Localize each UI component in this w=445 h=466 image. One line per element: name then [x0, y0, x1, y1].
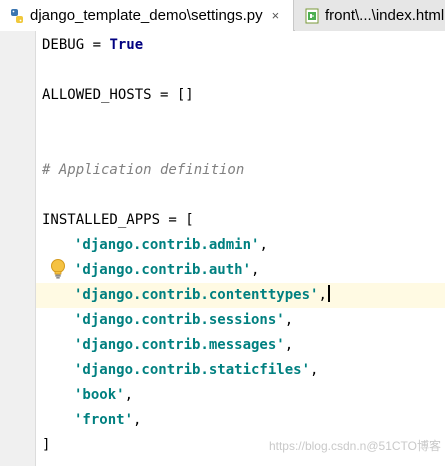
- comma: ,: [251, 262, 260, 278]
- python-file-icon: [11, 8, 23, 23]
- editor-gutter: [0, 31, 36, 466]
- comma: ,: [133, 412, 142, 428]
- lightbulb-icon[interactable]: [49, 258, 67, 280]
- code-line: DEBUG = True: [36, 33, 445, 58]
- code-line: 'django.contrib.admin',: [36, 233, 445, 258]
- editor-tab-bar: django_template_demo\settings.py × front…: [0, 0, 445, 31]
- code-line: 'django.contrib.messages',: [36, 333, 445, 358]
- tab-label: django_template_demo\settings.py: [30, 7, 263, 24]
- tab-label: front\...\index.html: [325, 7, 445, 24]
- comma: ,: [284, 312, 294, 328]
- html-file-icon: [305, 8, 319, 23]
- true-keyword: True: [109, 37, 144, 53]
- string-literal: 'django.contrib.messages': [74, 337, 285, 353]
- code-comment: # Application definition: [42, 162, 245, 178]
- tab-settings-py[interactable]: django_template_demo\settings.py ×: [0, 0, 294, 31]
- assign-operator: =: [84, 37, 110, 53]
- comma: ,: [124, 387, 134, 403]
- code-line: 'django.contrib.auth',: [36, 258, 445, 283]
- code-line-current: 'django.contrib.contenttypes',: [36, 283, 445, 308]
- code-line: 'book',: [36, 383, 445, 408]
- string-literal: 'django.contrib.contenttypes': [74, 287, 319, 303]
- debug-name: DEBUG: [42, 37, 85, 53]
- tab-index-html[interactable]: front\...\index.html: [295, 0, 445, 31]
- code-line: ALLOWED_HOSTS = []: [42, 87, 194, 103]
- code-line: 'django.contrib.staticfiles',: [36, 358, 445, 383]
- string-literal: 'front': [74, 412, 134, 428]
- comma: ,: [318, 287, 327, 303]
- comma: ,: [310, 362, 319, 378]
- string-literal: 'django.contrib.auth': [74, 262, 252, 278]
- code-line: 'front',: [36, 408, 445, 433]
- code-line: 'django.contrib.sessions',: [36, 308, 445, 333]
- close-icon[interactable]: ×: [272, 8, 280, 23]
- string-literal: 'django.contrib.admin': [74, 237, 260, 253]
- comma: ,: [284, 337, 294, 353]
- string-literal: 'django.contrib.staticfiles': [74, 362, 311, 378]
- watermark: https://blog.csdn.n@51CTO博客: [268, 439, 441, 453]
- string-literal: 'book': [74, 387, 125, 403]
- string-literal: 'django.contrib.sessions': [74, 312, 285, 328]
- text-caret: [327, 285, 330, 302]
- code-editor[interactable]: DEBUG = True ALLOWED_HOSTS = [] # Applic…: [36, 31, 445, 466]
- comma: ,: [259, 237, 268, 253]
- code-line: INSTALLED_APPS = [: [42, 212, 194, 228]
